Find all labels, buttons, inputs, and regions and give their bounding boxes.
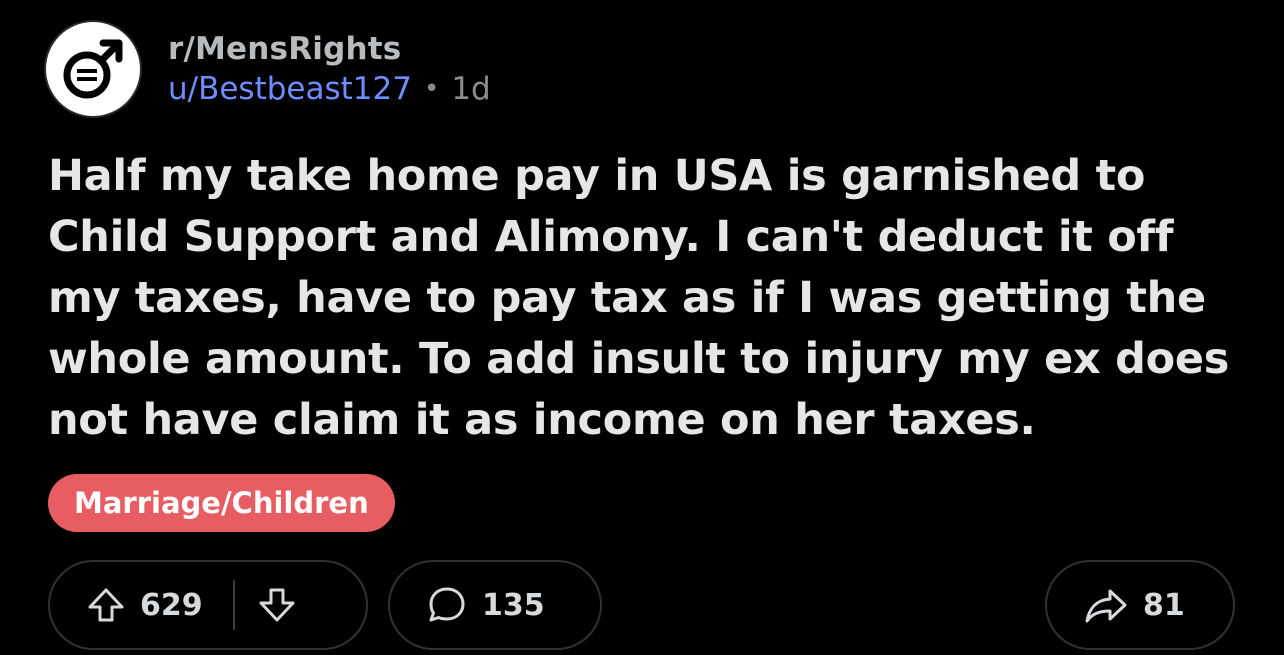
- subreddit-avatar[interactable]: [46, 22, 140, 116]
- post-meta: r/MensRights u/Bestbeast127 • 1d: [168, 29, 491, 109]
- post-age: 1d: [451, 71, 491, 107]
- vote-bar: 629: [48, 560, 368, 650]
- author-username[interactable]: u/Bestbeast127: [168, 69, 412, 109]
- comments-button[interactable]: 135: [388, 560, 602, 650]
- share-button[interactable]: 81: [1045, 560, 1235, 650]
- downvote-button[interactable]: [257, 585, 297, 625]
- post-header: r/MensRights u/Bestbeast127 • 1d: [46, 22, 491, 116]
- comment-count: 135: [482, 587, 545, 623]
- separator-dot: •: [423, 74, 440, 104]
- arrow-down-icon: [259, 588, 295, 622]
- arrow-up-icon: [88, 588, 124, 622]
- comment-icon-wrap: [426, 584, 468, 626]
- male-symbol-icon: [63, 39, 123, 99]
- share-icon-wrap: [1083, 585, 1129, 625]
- share-arrow-icon: [1085, 589, 1127, 623]
- post-title[interactable]: Half my take home pay in USA is garnishe…: [48, 146, 1253, 451]
- author-line: u/Bestbeast127 • 1d: [168, 69, 491, 109]
- upvote-button[interactable]: [86, 585, 126, 625]
- vote-divider: [232, 580, 235, 630]
- share-count: 81: [1143, 587, 1185, 623]
- post-flair[interactable]: Marriage/Children: [48, 474, 395, 532]
- upvote-count: 629: [140, 587, 203, 623]
- speech-bubble-icon: [429, 587, 465, 622]
- subreddit-name[interactable]: r/MensRights: [168, 29, 491, 69]
